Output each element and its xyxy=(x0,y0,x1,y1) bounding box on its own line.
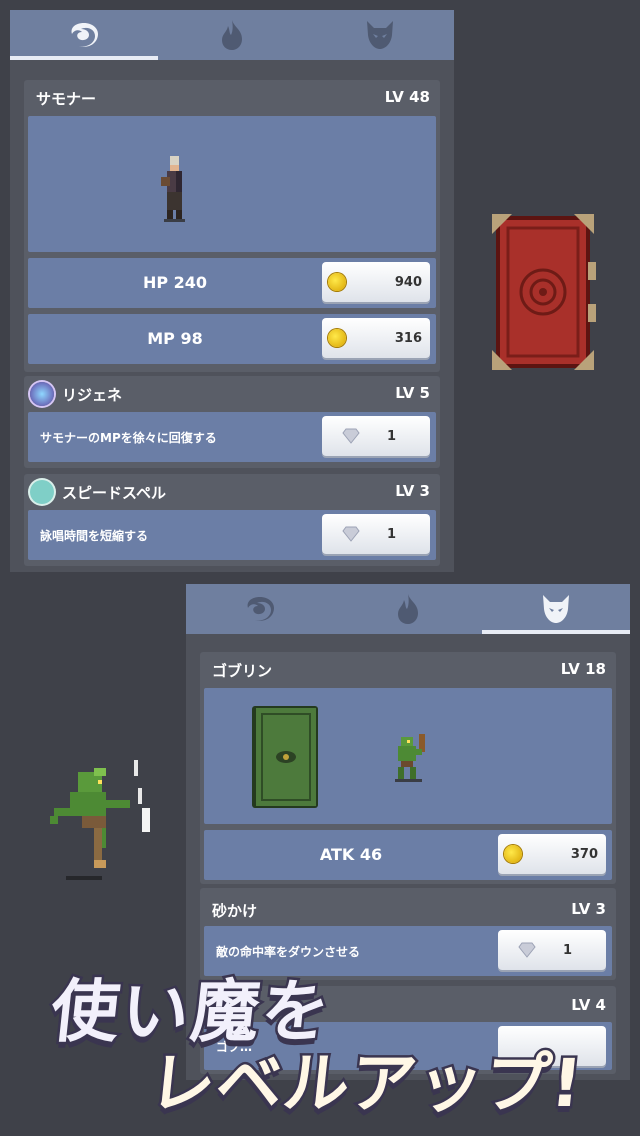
active-tab-indicator xyxy=(10,56,158,60)
skill-row: サモナーのMPを徐々に回復する 1 xyxy=(28,412,436,462)
demon-mask-icon xyxy=(543,595,569,623)
skill-level: LV 5 xyxy=(395,384,430,402)
skill-level: LV 3 xyxy=(395,482,430,500)
skill-row: 詠唱時間を短縮する 1 xyxy=(28,510,436,560)
hourglass-icon xyxy=(30,480,54,504)
tab-summoner[interactable] xyxy=(186,584,334,634)
mp-upgrade-cost: 316 xyxy=(394,330,422,346)
red-spellbook-illustration xyxy=(492,214,596,370)
summoner-swirl-icon xyxy=(247,597,274,621)
fire-icon xyxy=(222,20,242,50)
atk-upgrade-cost: 370 xyxy=(570,846,598,862)
coin-icon xyxy=(328,329,346,347)
coin-icon xyxy=(504,845,522,863)
tab-demon[interactable] xyxy=(482,584,630,634)
summoner-card: サモナー LV 48 HP 240 940 MP 98 316 xyxy=(24,80,440,372)
skill-upgrade-cost: 1 xyxy=(386,428,396,444)
tab-summoner[interactable] xyxy=(10,10,158,60)
skill-name: スピードスペル xyxy=(62,484,166,502)
summoner-swirl-icon xyxy=(71,23,98,47)
skill-upgrade-cost: 1 xyxy=(386,526,396,542)
summoner-portrait-area xyxy=(28,116,436,252)
gem-icon xyxy=(518,942,536,958)
fire-icon xyxy=(398,594,418,624)
hp-row: HP 240 940 xyxy=(28,258,436,308)
skill-upgrade-cost: 1 xyxy=(562,942,572,958)
gem-icon xyxy=(342,526,360,542)
familiar-portrait-area xyxy=(204,688,612,824)
atk-label: ATK 46 xyxy=(319,845,383,864)
summoner-tab-bar xyxy=(10,10,454,60)
familiar-level: LV 18 xyxy=(560,660,606,678)
demon-mask-icon xyxy=(367,21,393,49)
skill-name: リジェネ xyxy=(62,386,123,404)
goblin-card: ゴブリン LV 18 ATK 46 370 xyxy=(200,652,616,884)
green-spellbook-icon xyxy=(252,706,318,808)
mp-upgrade-button[interactable]: 316 xyxy=(322,318,430,358)
skill-description: 詠唱時間を短縮する xyxy=(40,529,149,543)
hp-label: HP 240 xyxy=(142,273,208,292)
summoner-sprite xyxy=(161,156,185,222)
promo-headline-line2: レベルアップ! xyxy=(143,1043,589,1125)
skill-card-speedspell: スピードスペル LV 3 詠唱時間を短縮する 1 xyxy=(24,474,440,566)
skill-level: LV 3 xyxy=(571,900,606,918)
gem-icon xyxy=(342,428,360,444)
mp-row: MP 98 316 xyxy=(28,314,436,364)
skill-upgrade-button[interactable]: 1 xyxy=(498,930,606,970)
goblin-attack-illustration xyxy=(50,760,150,880)
atk-upgrade-button[interactable]: 370 xyxy=(498,834,606,874)
skill-level: LV 4 xyxy=(571,996,606,1014)
tab-fire[interactable] xyxy=(158,10,306,60)
atk-row: ATK 46 370 xyxy=(204,830,612,880)
regen-icon xyxy=(30,382,54,406)
skill-description: サモナーのMPを徐々に回復する xyxy=(40,431,217,445)
familiar-name: ゴブリン xyxy=(212,662,273,680)
summoner-level: LV 48 xyxy=(384,88,430,106)
coin-icon xyxy=(328,273,346,291)
skill-card-regen: リジェネ LV 5 サモナーのMPを徐々に回復する 1 xyxy=(24,376,440,468)
hp-upgrade-cost: 940 xyxy=(394,274,422,290)
hp-upgrade-button[interactable]: 940 xyxy=(322,262,430,302)
active-tab-indicator xyxy=(482,630,630,634)
skill-upgrade-button[interactable]: 1 xyxy=(322,416,430,456)
summoner-name: サモナー xyxy=(36,90,97,108)
skill-name: 砂かけ xyxy=(212,902,258,920)
tab-demon[interactable] xyxy=(306,10,454,60)
goblin-sprite xyxy=(395,734,425,782)
summoner-panel: サモナー LV 48 HP 240 940 MP 98 316 リジェネ LV … xyxy=(10,10,454,572)
familiar-tab-bar xyxy=(186,584,630,634)
tab-fire[interactable] xyxy=(334,584,482,634)
mp-label: MP 98 xyxy=(147,329,203,348)
skill-upgrade-button[interactable]: 1 xyxy=(322,514,430,554)
